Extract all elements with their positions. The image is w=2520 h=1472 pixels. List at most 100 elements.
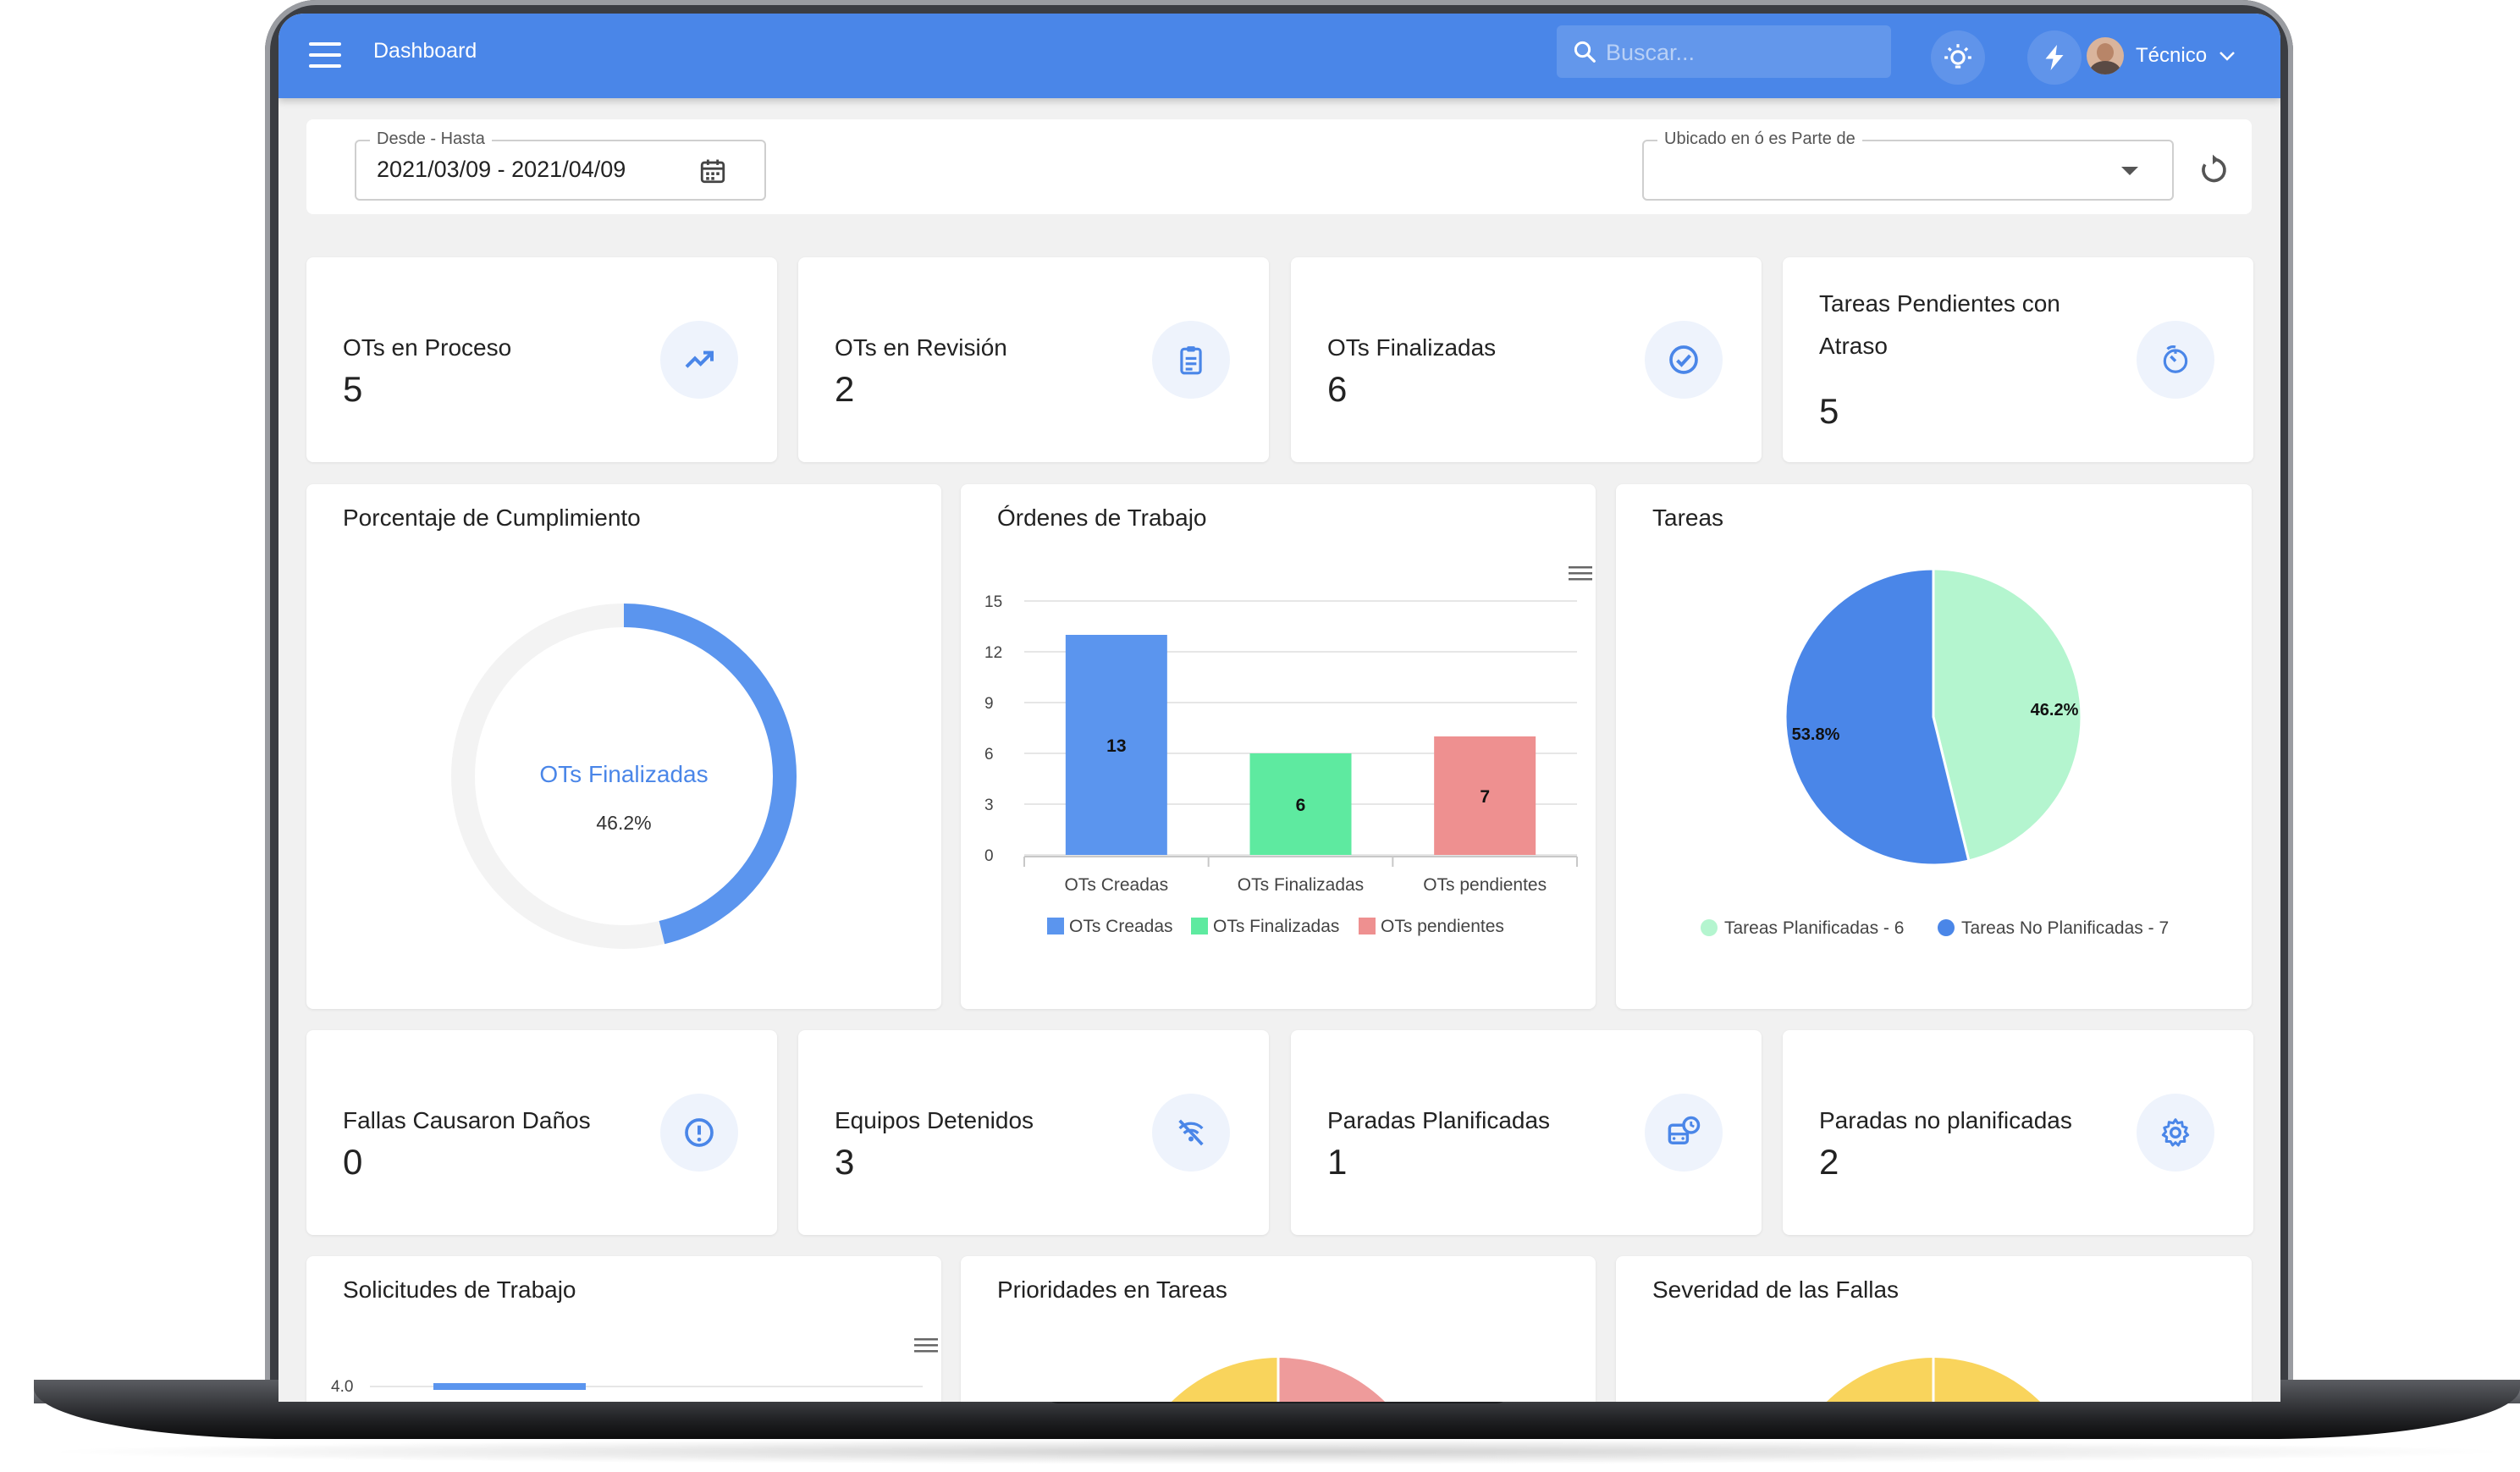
search-box[interactable] <box>1557 25 1891 78</box>
stat-card-ots-finalizadas[interactable]: OTs Finalizadas 6 <box>1291 257 1762 462</box>
stat-card-fallas[interactable]: Fallas Causaron Daños 0 <box>306 1030 777 1235</box>
failure-severity-pie-chart <box>1823 1358 2043 1402</box>
stat-value: 3 <box>835 1142 855 1182</box>
stat-value: 2 <box>1819 1142 1839 1182</box>
user-name: Técnico <box>2136 44 2208 67</box>
stat-value: 2 <box>835 369 855 409</box>
pie-slice-label: 46.2% <box>2031 701 2079 719</box>
stat-card-equipos-detenidos[interactable]: Equipos Detenidos 3 <box>798 1030 1269 1235</box>
x-tick-label: OTs Creadas <box>1065 875 1169 895</box>
bus-clock-icon <box>1645 1094 1723 1172</box>
legend-item[interactable]: OTs Creadas <box>1069 917 1173 936</box>
legend-item-no-planificadas[interactable]: Tareas No Planificadas - 7 <box>1961 918 2169 938</box>
work-requests-bar-chart: 4.0 <box>331 1378 923 1396</box>
stat-label: OTs en Proceso <box>343 334 512 361</box>
donut-center-label: OTs Finalizadas <box>539 761 708 787</box>
stat-card-paradas-planificadas[interactable]: Paradas Planificadas 1 <box>1291 1030 1762 1235</box>
stat-label: Paradas no planificadas <box>1819 1107 2072 1133</box>
quick-actions-button[interactable] <box>2027 30 2082 85</box>
legend-item[interactable]: OTs Finalizadas <box>1213 917 1339 936</box>
search-input[interactable] <box>1604 36 1878 69</box>
stat-label: Tareas Pendientes con Atraso <box>1819 290 2060 359</box>
legend-marker <box>1047 918 1064 934</box>
clipboard-icon <box>1152 321 1230 399</box>
dropdown-arrow-icon[interactable] <box>2121 167 2138 175</box>
y-tick-label: 6 <box>984 746 994 764</box>
failure-severity-panel: Severidad de las Fallas <box>1616 1256 2252 1402</box>
bar-solicitudes[interactable] <box>433 1383 586 1390</box>
date-range-label: Desde - Hasta <box>370 130 492 149</box>
stat-label: OTs Finalizadas <box>1327 334 1497 361</box>
donut-center-value: 46.2% <box>596 812 651 834</box>
bar-value-label: 13 <box>1106 736 1126 756</box>
pie-slice-severity[interactable] <box>1933 1358 2043 1402</box>
lightning-icon <box>2045 45 2064 70</box>
legend-marker <box>1938 919 1955 936</box>
work-orders-bar-chart: 0 3 6 9 12 15 13 6 7 OTs Creadas OTs Finalizadas… <box>984 593 1578 936</box>
stat-value: 5 <box>1819 391 1839 431</box>
legend-marker <box>1359 918 1376 934</box>
pie-slice-priority[interactable] <box>1278 1358 1388 1402</box>
bar-value-label: 6 <box>1296 796 1306 815</box>
app-screen: Dashboard T <box>278 14 2280 1402</box>
stat-value: 1 <box>1327 1142 1348 1182</box>
pie-slice-priority[interactable] <box>1168 1358 1278 1402</box>
compliance-donut-chart: OTs Finalizadas 46.2% <box>451 604 797 949</box>
check-circle-icon <box>1645 321 1723 399</box>
search-icon <box>1574 41 1596 63</box>
user-menu[interactable]: Técnico <box>2087 32 2236 80</box>
y-tick-label: 15 <box>984 593 1002 611</box>
x-tick-label: OTs Finalizadas <box>1238 875 1364 895</box>
legend-item-planificadas[interactable]: Tareas Planificadas - 6 <box>1724 918 1904 938</box>
stat-value: 6 <box>1327 369 1348 409</box>
date-range-field[interactable]: Desde - Hasta 2021/03/09 - 2021/04/09 <box>355 130 766 201</box>
x-tick-label: OTs pendientes <box>1423 875 1547 895</box>
chevron-down-icon <box>2219 52 2235 61</box>
top-bar: Dashboard T <box>278 14 2280 98</box>
stat-label: Fallas Causaron Daños <box>343 1107 591 1133</box>
stat-card-ots-en-revision[interactable]: OTs en Revisión 2 <box>798 257 1269 462</box>
stat-value: 5 <box>343 369 363 409</box>
stat-card-ots-en-proceso[interactable]: OTs en Proceso 5 <box>306 257 777 462</box>
gear-icon <box>2137 1094 2214 1172</box>
y-tick-label: 4.0 <box>331 1378 353 1396</box>
work-requests-panel: Solicitudes de Trabajo 4.0 <box>306 1256 941 1402</box>
date-range-value[interactable]: 2021/03/09 - 2021/04/09 <box>377 157 626 183</box>
lightbulb-icon <box>1944 44 1971 69</box>
theme-toggle-button[interactable] <box>1931 30 1985 85</box>
tasks-pie-chart: 46.2% 53.8% Tareas Planificadas - 6 Tare… <box>1701 567 2169 938</box>
alert-circle-icon <box>660 1094 738 1172</box>
stopped-icon <box>1152 1094 1230 1172</box>
laptop-shadow <box>34 1439 2520 1464</box>
y-tick-label: 9 <box>984 695 994 713</box>
y-tick-label: 12 <box>984 644 1002 662</box>
pie-slice-severity[interactable] <box>1823 1358 1933 1402</box>
legend-item[interactable]: OTs pendientes <box>1381 917 1504 936</box>
stat-label: Paradas Planificadas <box>1327 1107 1551 1133</box>
page-title: Dashboard <box>373 39 477 63</box>
stat-card-paradas-no-planificadas[interactable]: Paradas no planificadas 2 <box>1783 1030 2253 1235</box>
stat-card-tareas-pendientes[interactable]: Tareas Pendientes con Atraso 5 <box>1783 257 2253 462</box>
task-priorities-pie-chart <box>1168 1358 1388 1402</box>
bar-value-label: 7 <box>1480 787 1490 807</box>
legend-marker <box>1191 918 1208 934</box>
task-priorities-panel: Prioridades en Tareas <box>961 1256 1596 1402</box>
location-select[interactable]: Ubicado en ó es Parte de <box>1642 130 2174 201</box>
stat-value: 0 <box>343 1142 363 1182</box>
work-orders-panel: Órdenes de Trabajo 0 3 6 9 12 15 13 6 7 OTs Cre… <box>961 484 1596 1009</box>
refresh-icon[interactable] <box>2196 153 2230 187</box>
avatar <box>2087 37 2124 74</box>
pie-slice-label: 53.8% <box>1792 725 1840 744</box>
tasks-panel: Tareas 46.2% 53.8% Tareas Planificadas -… <box>1616 484 2252 1009</box>
location-label: Ubicado en ó es Parte de <box>1657 130 1862 149</box>
hamburger-menu-icon[interactable] <box>309 42 341 68</box>
stat-label: OTs en Revisión <box>835 334 1007 361</box>
calendar-icon[interactable] <box>698 157 727 185</box>
filter-bar: Desde - Hasta 2021/03/09 - 2021/04/09 Ub… <box>306 119 2252 214</box>
trending-up-icon <box>660 321 738 399</box>
timer-icon <box>2137 321 2214 399</box>
compliance-panel: Porcentaje de Cumplimiento OTs Finalizad… <box>306 484 941 1009</box>
legend-marker <box>1701 919 1718 936</box>
stat-label: Equipos Detenidos <box>835 1107 1034 1133</box>
y-tick-label: 0 <box>984 847 994 865</box>
